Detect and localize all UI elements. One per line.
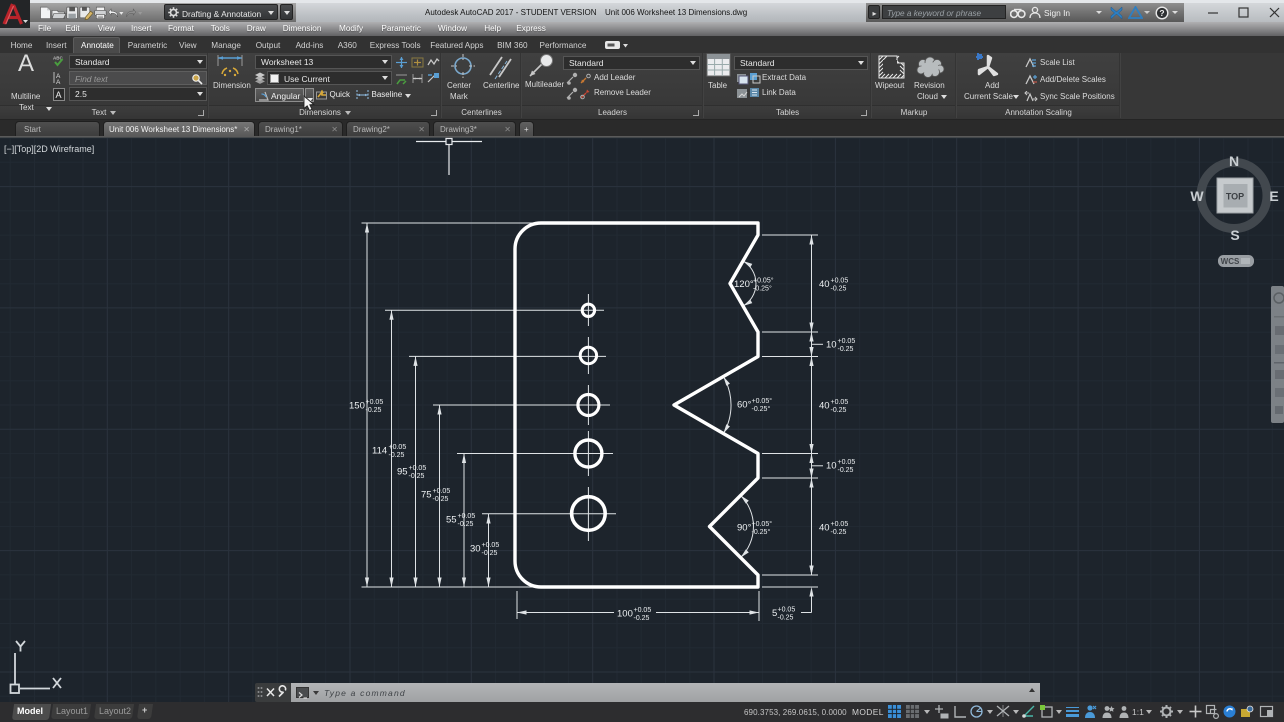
svg-text:-0.25: -0.25 xyxy=(831,286,847,293)
svg-text:+0.05: +0.05 xyxy=(433,488,451,495)
svg-text:90°: 90° xyxy=(737,523,752,534)
svg-text:30: 30 xyxy=(470,544,481,555)
svg-text:-0.25: -0.25 xyxy=(831,407,847,414)
svg-text:1:1: 1:1 xyxy=(1132,707,1144,717)
svg-text:-0.25: -0.25 xyxy=(778,615,794,622)
svg-text:-0.25: -0.25 xyxy=(409,473,425,480)
svg-text:+0.05: +0.05 xyxy=(482,542,500,549)
svg-text:W: W xyxy=(1190,188,1204,204)
svg-text:+0.05: +0.05 xyxy=(831,278,849,285)
svg-text:+0.05: +0.05 xyxy=(778,607,796,614)
svg-text:-0.25: -0.25 xyxy=(838,467,854,474)
svg-text:60°: 60° xyxy=(737,400,752,411)
svg-text:-0.25: -0.25 xyxy=(433,496,449,503)
svg-text:-0.25: -0.25 xyxy=(458,521,474,528)
svg-text:-0.25°: -0.25° xyxy=(752,405,771,413)
svg-text:95: 95 xyxy=(397,467,408,478)
svg-text:-0.25: -0.25 xyxy=(366,407,382,414)
svg-text:WCS: WCS xyxy=(1221,257,1240,266)
svg-text:-0.25°: -0.25° xyxy=(752,528,771,536)
svg-text:150: 150 xyxy=(349,401,365,412)
svg-text:+0.05: +0.05 xyxy=(409,465,427,472)
svg-text:+0.05: +0.05 xyxy=(831,399,849,406)
svg-text:+0.05: +0.05 xyxy=(831,521,849,528)
svg-text:-0.25: -0.25 xyxy=(831,529,847,536)
svg-text:S: S xyxy=(1230,227,1239,243)
svg-text:+0.05: +0.05 xyxy=(634,607,652,614)
svg-text:114: 114 xyxy=(372,446,387,457)
svg-text:+0.05: +0.05 xyxy=(838,338,856,345)
svg-text:10: 10 xyxy=(826,461,837,472)
svg-text:40: 40 xyxy=(819,523,830,534)
svg-text:+0.05: +0.05 xyxy=(389,444,407,451)
svg-text:40: 40 xyxy=(819,279,830,290)
svg-text:E: E xyxy=(1269,188,1278,204)
svg-text:+0.05°: +0.05° xyxy=(752,520,773,528)
svg-text:+0.05°: +0.05° xyxy=(752,397,773,405)
svg-text:+0.05°: +0.05° xyxy=(753,277,774,285)
svg-text:TOP: TOP xyxy=(1226,192,1244,202)
svg-text:-0.25: -0.25 xyxy=(482,550,498,557)
svg-text:+0.05: +0.05 xyxy=(458,513,476,520)
svg-text:-0.25°: -0.25° xyxy=(753,285,772,293)
svg-text:5: 5 xyxy=(772,608,777,619)
svg-text:55: 55 xyxy=(446,515,457,526)
svg-text:-0.25: -0.25 xyxy=(838,346,854,353)
svg-text:40: 40 xyxy=(819,401,830,412)
svg-text:120°: 120° xyxy=(734,279,754,290)
svg-text:+0.05: +0.05 xyxy=(838,459,856,466)
svg-text:10: 10 xyxy=(826,340,837,351)
svg-text:N: N xyxy=(1229,153,1239,169)
svg-text:75: 75 xyxy=(421,490,432,501)
svg-text:+0.05: +0.05 xyxy=(366,399,384,406)
svg-text:100: 100 xyxy=(617,609,633,620)
svg-text:-0.25: -0.25 xyxy=(634,615,650,622)
svg-text:-0.25: -0.25 xyxy=(389,452,405,459)
